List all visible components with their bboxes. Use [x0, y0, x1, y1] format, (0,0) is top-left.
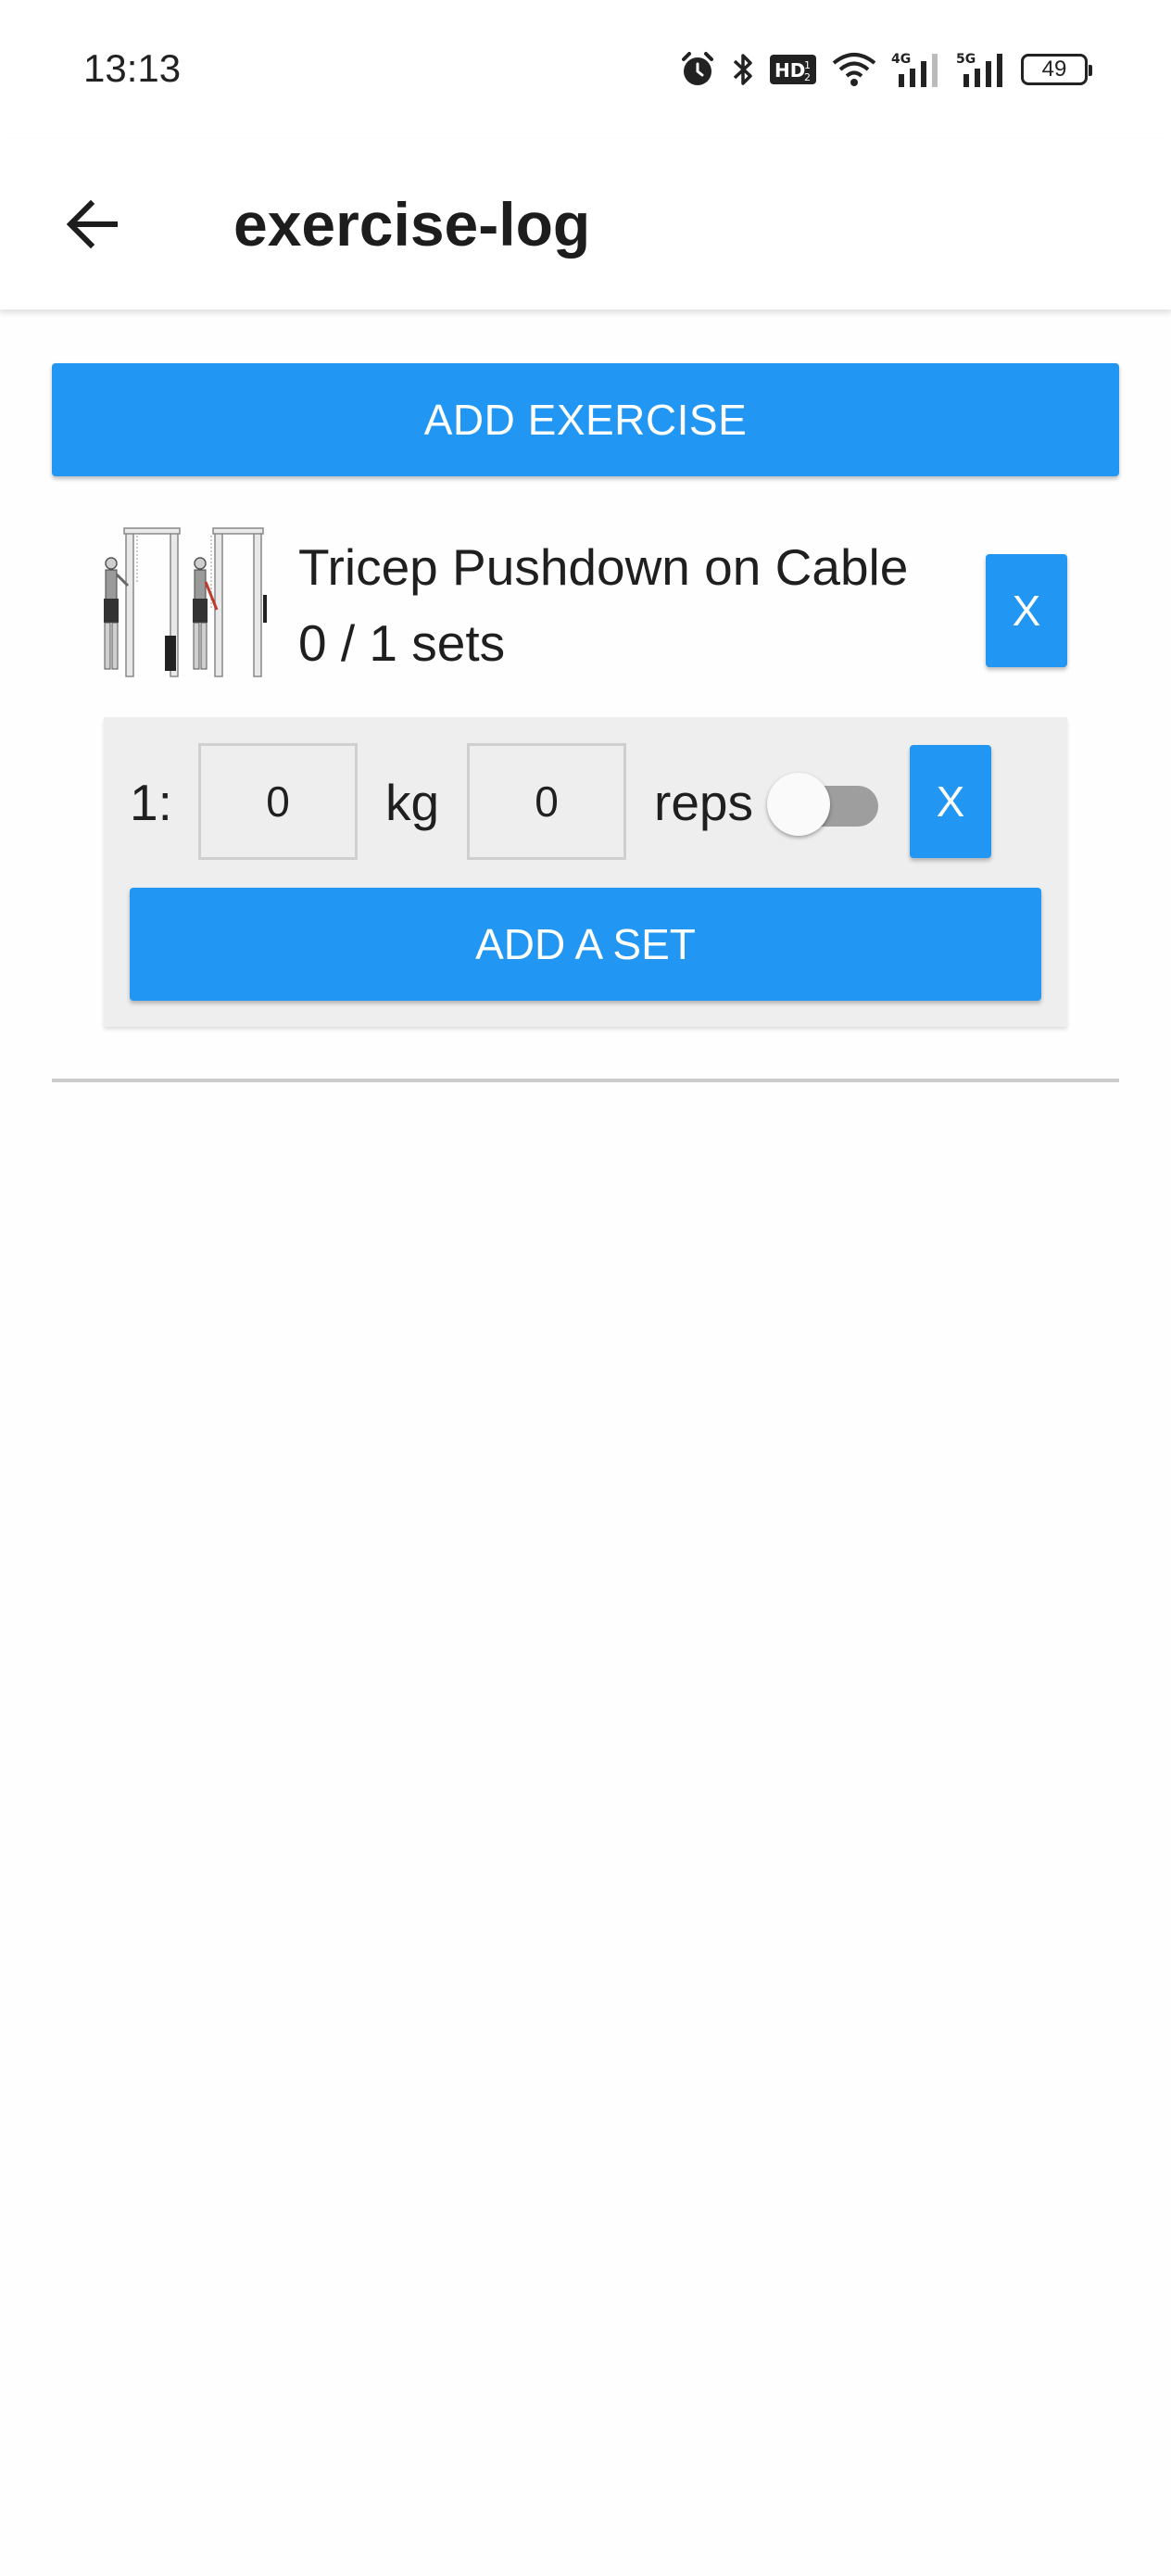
wifi-icon: [830, 50, 878, 89]
hd-voice-icon: HD 1 2: [769, 53, 817, 86]
svg-text:5G: 5G: [956, 52, 976, 67]
exercise-progress: 0 / 1 sets: [298, 614, 506, 672]
add-exercise-button[interactable]: ADD EXERCISE: [52, 363, 1119, 476]
back-button[interactable]: [48, 180, 137, 269]
sets-panel: 1: kg reps X ADD A SET: [104, 717, 1067, 1027]
exercise-name: Tricep Pushdown on Cable: [298, 538, 909, 596]
svg-text:4G: 4G: [891, 52, 911, 67]
svg-text:HD: HD: [774, 59, 805, 82]
remove-set-button[interactable]: X: [910, 745, 991, 858]
reps-input[interactable]: [467, 743, 626, 860]
arrow-left-icon: [66, 199, 118, 249]
bluetooth-icon: [730, 50, 756, 89]
app-bar: exercise-log: [0, 139, 1171, 309]
battery-level: 49: [1041, 57, 1067, 82]
signal-5g-icon: 5G: [956, 50, 1008, 89]
page-title: exercise-log: [233, 190, 591, 259]
status-icons: HD 1 2 4G 5G 49: [678, 46, 1092, 93]
signal-4g-icon: 4G: [891, 50, 943, 89]
toggle-thumb: [767, 773, 830, 836]
alarm-icon: [678, 50, 717, 89]
weight-input[interactable]: [198, 743, 358, 860]
weight-unit-label: kg: [385, 774, 440, 831]
exercise-thumbnail: [100, 526, 322, 682]
reps-unit-label: reps: [654, 774, 753, 831]
remove-exercise-button[interactable]: X: [986, 554, 1067, 667]
svg-text:2: 2: [804, 71, 811, 83]
svg-text:1: 1: [804, 59, 811, 71]
divider: [52, 1079, 1119, 1082]
battery-icon: 49: [1021, 54, 1092, 85]
set-complete-toggle[interactable]: [767, 773, 886, 836]
status-time: 13:13: [83, 46, 182, 90]
add-set-button[interactable]: ADD A SET: [130, 888, 1041, 1001]
status-bar: 13:13 HD 1 2 4G 5G 49: [0, 0, 1171, 139]
set-number: 1:: [130, 774, 172, 831]
